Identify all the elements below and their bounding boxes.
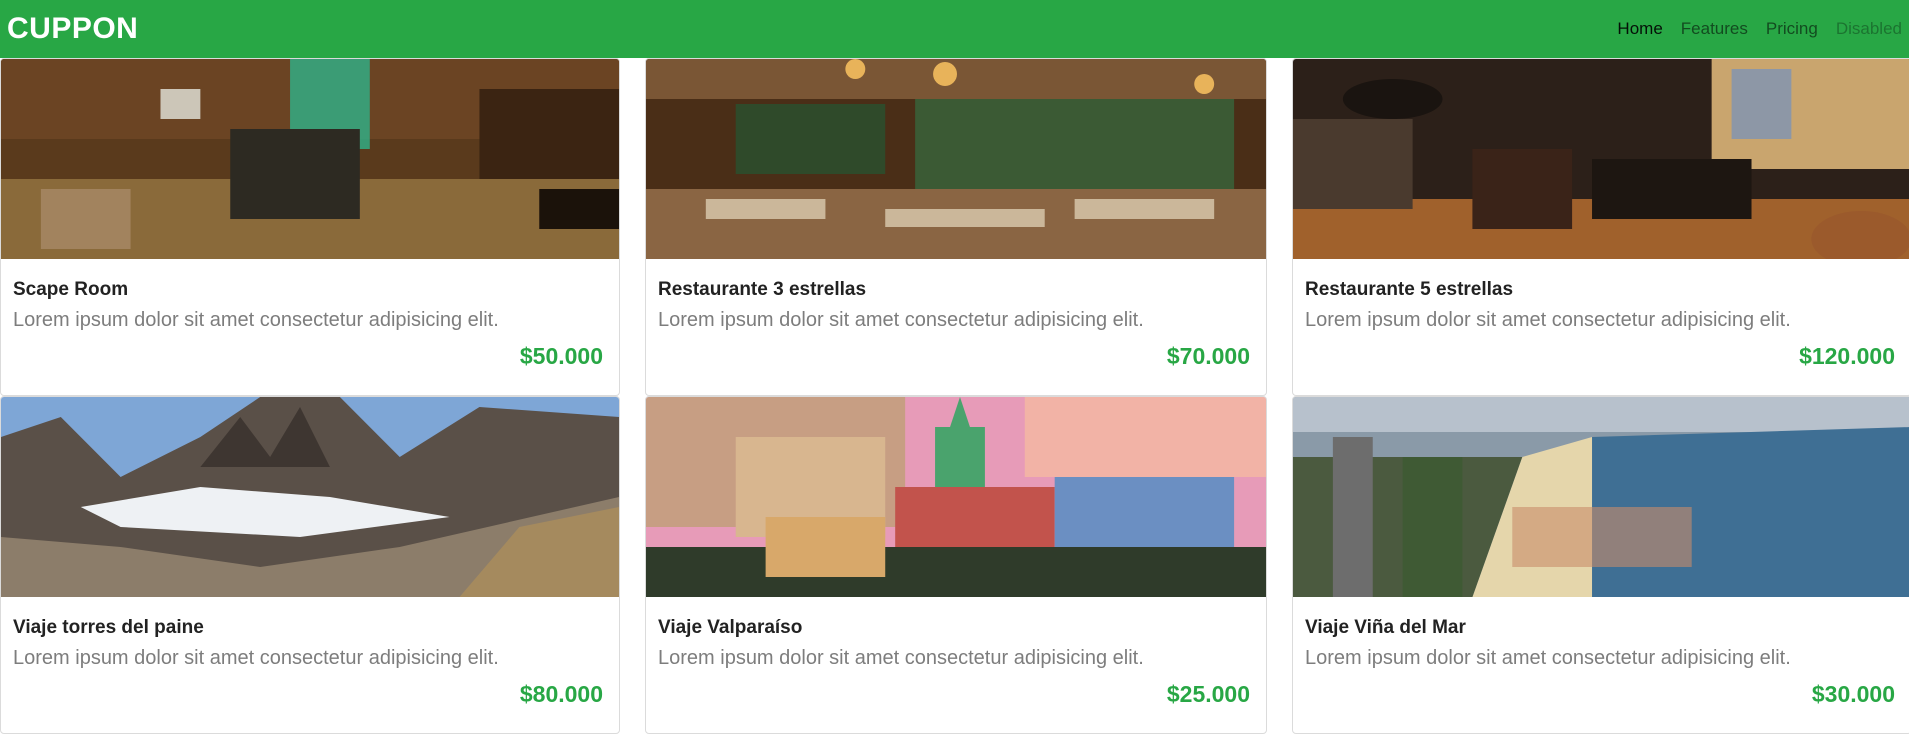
navbar: CUPPON Home Features Pricing Disabled [0,0,1909,58]
card-text: Lorem ipsum dolor sit amet consectetur a… [13,647,499,669]
card-image-scape-room [1,59,619,259]
card-body: Restaurante 3 estrellas Lorem ipsum dolo… [646,259,1266,395]
card-price: $25.000 [1166,681,1250,707]
card-title: Viaje Viña del Mar [1305,617,1466,638]
card-restaurante-3[interactable]: Restaurante 3 estrellas Lorem ipsum dolo… [645,58,1267,396]
card-vina-del-mar[interactable]: Viaje Viña del Mar Lorem ipsum dolor sit… [1292,396,1909,734]
card-image-valparaiso [646,397,1266,597]
nav-link-pricing[interactable]: Pricing [1766,19,1818,39]
card-price: $70.000 [1166,343,1250,369]
card-body: Scape Room Lorem ipsum dolor sit amet co… [1,259,619,395]
card-torres-del-paine[interactable]: Viaje torres del paine Lorem ipsum dolor… [0,396,620,734]
nav-link-features[interactable]: Features [1681,19,1748,39]
card-image-vina-del-mar [1293,397,1909,597]
card-grid: Scape Room Lorem ipsum dolor sit amet co… [0,58,1909,734]
nav-link-disabled: Disabled [1835,19,1902,38]
card-text: Lorem ipsum dolor sit amet consectetur a… [13,309,499,331]
card-body: Restaurante 5 estrellas Lorem ipsum dolo… [1293,259,1909,395]
card-image-torres-del-paine [1,397,619,597]
card-text: Lorem ipsum dolor sit amet consectetur a… [658,309,1144,331]
card-body: Viaje torres del paine Lorem ipsum dolor… [1,597,619,733]
card-text: Lorem ipsum dolor sit amet consectetur a… [658,647,1144,669]
card-title: Viaje torres del paine [13,617,204,638]
card-scape-room[interactable]: Scape Room Lorem ipsum dolor sit amet co… [0,58,620,396]
card-body: Viaje Viña del Mar Lorem ipsum dolor sit… [1293,597,1909,733]
card-valparaiso[interactable]: Viaje Valparaíso Lorem ipsum dolor sit a… [645,396,1267,734]
card-price: $120.000 [1799,343,1895,369]
card-body: Viaje Valparaíso Lorem ipsum dolor sit a… [646,597,1266,733]
card-title: Scape Room [13,279,129,300]
card-text: Lorem ipsum dolor sit amet consectetur a… [1305,647,1791,669]
card-image-restaurante-3 [646,59,1266,259]
card-price: $50.000 [519,343,603,369]
card-price: $30.000 [1811,681,1895,707]
card-image-restaurante-5 [1293,59,1909,259]
card-title: Restaurante 5 estrellas [1305,279,1514,300]
card-restaurante-5[interactable]: Restaurante 5 estrellas Lorem ipsum dolo… [1292,58,1909,396]
card-price: $80.000 [519,681,603,707]
nav-link-home[interactable]: Home [1617,19,1662,39]
brand-logo[interactable]: CUPPON [7,12,138,46]
card-title: Viaje Valparaíso [658,617,803,638]
nav-links: Home Features Pricing Disabled [1617,19,1902,39]
card-text: Lorem ipsum dolor sit amet consectetur a… [1305,309,1791,331]
card-title: Restaurante 3 estrellas [658,279,867,300]
